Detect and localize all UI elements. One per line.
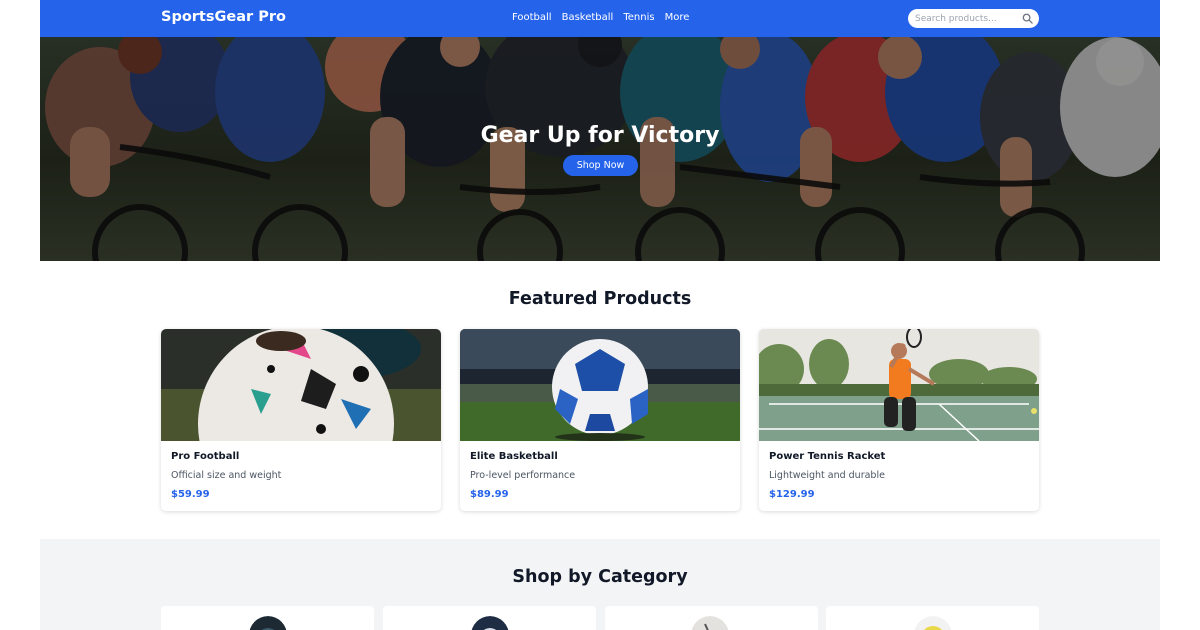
product-price: $59.99	[171, 489, 210, 500]
product-image-tennis	[759, 329, 1039, 441]
search-icon[interactable]	[1022, 13, 1033, 24]
category-card-3[interactable]	[605, 606, 818, 630]
category-card-1[interactable]	[161, 606, 374, 630]
product-image-basketball	[460, 329, 740, 441]
product-card-power-tennis-racket[interactable]: Power Tennis Racket Lightweight and dura…	[759, 329, 1039, 511]
category-thumbnail	[914, 616, 952, 630]
product-name: Pro Football	[171, 451, 240, 462]
product-price: $129.99	[769, 489, 815, 500]
hero-banner: Gear Up for Victory Shop Now	[40, 37, 1160, 261]
nav-link-football[interactable]: Football	[512, 12, 552, 23]
nav-link-more[interactable]: More	[665, 12, 690, 23]
product-name: Elite Basketball	[470, 451, 558, 462]
product-card-pro-football[interactable]: Pro Football Official size and weight $5…	[161, 329, 441, 511]
category-section: Shop by Category	[40, 539, 1160, 630]
featured-products-heading: Featured Products	[508, 289, 692, 309]
category-thumbnail	[691, 616, 729, 630]
product-image-football	[161, 329, 441, 441]
product-name: Power Tennis Racket	[769, 451, 886, 462]
product-description: Pro-level performance	[470, 470, 576, 481]
top-nav: SportsGear Pro Football Basketball Tenni…	[40, 0, 1160, 37]
category-card-2[interactable]	[383, 606, 596, 630]
nav-link-tennis[interactable]: Tennis	[623, 12, 654, 23]
search-box	[908, 9, 1039, 28]
nav-links: Football Basketball Tennis More	[512, 12, 689, 23]
brand-logo[interactable]: SportsGear Pro	[161, 9, 286, 25]
hero-title: Gear Up for Victory	[480, 123, 720, 148]
product-price: $89.99	[470, 489, 509, 500]
product-description: Lightweight and durable	[769, 470, 885, 481]
category-thumbnail	[249, 616, 287, 630]
shop-by-category-heading: Shop by Category	[512, 567, 688, 587]
hero-cyclists-image	[40, 37, 1160, 261]
search-input[interactable]	[908, 9, 1020, 28]
category-card-4[interactable]	[826, 606, 1039, 630]
category-thumbnail	[471, 616, 509, 630]
shop-now-button[interactable]: Shop Now	[563, 155, 638, 176]
page: SportsGear Pro Football Basketball Tenni…	[40, 0, 1160, 630]
product-description: Official size and weight	[171, 470, 282, 481]
nav-link-basketball[interactable]: Basketball	[562, 12, 614, 23]
product-card-elite-basketball[interactable]: Elite Basketball Pro-level performance $…	[460, 329, 740, 511]
